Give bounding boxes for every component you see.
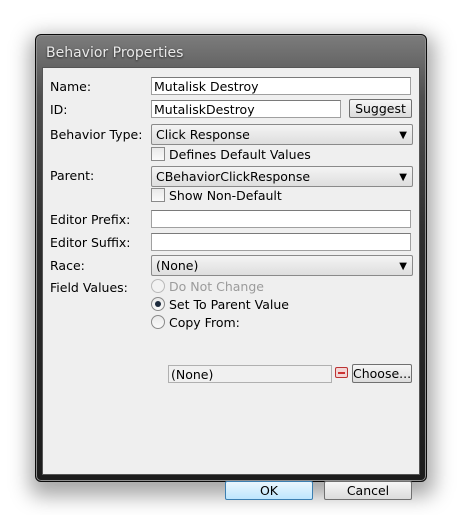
race-value: (None): [156, 258, 199, 273]
radio-set-to-parent[interactable]: [151, 297, 165, 311]
radio-do-not-change-label: Do Not Change: [169, 279, 264, 294]
dropdown-arrow-icon: ▼: [399, 130, 407, 141]
name-field[interactable]: Mutalisk Destroy: [151, 77, 411, 95]
defines-default-checkbox[interactable]: [151, 147, 165, 161]
editor-prefix-field[interactable]: [151, 210, 411, 228]
name-label: Name:: [50, 79, 92, 94]
behavior-type-dropdown[interactable]: Click Response ▼: [151, 124, 413, 145]
dropdown-arrow-icon: ▼: [399, 172, 407, 183]
radio-do-not-change[interactable]: [151, 279, 165, 293]
dropdown-arrow-icon: ▼: [399, 261, 407, 272]
copy-from-field[interactable]: (None): [168, 365, 332, 383]
show-non-default-checkbox[interactable]: [151, 188, 165, 202]
defines-default-label: Defines Default Values: [169, 147, 311, 162]
radio-set-to-parent-label: Set To Parent Value: [169, 297, 289, 312]
parent-label: Parent:: [50, 168, 95, 183]
behavior-type-label: Behavior Type:: [50, 127, 143, 142]
behavior-properties-dialog: Behavior Properties Name: Mutalisk Destr…: [35, 34, 427, 500]
parent-dropdown[interactable]: CBehaviorClickResponse ▼: [151, 166, 413, 187]
clear-icon[interactable]: [335, 367, 348, 378]
race-label: Race:: [50, 258, 85, 273]
dialog-client-area: Name: Mutalisk Destroy ID: MutaliskDestr…: [42, 67, 420, 500]
parent-value: CBehaviorClickResponse: [156, 169, 311, 184]
choose-button[interactable]: Choose...: [352, 364, 412, 383]
suggest-button[interactable]: Suggest: [349, 99, 412, 118]
editor-suffix-label: Editor Suffix:: [50, 235, 131, 250]
editor-suffix-field[interactable]: [151, 233, 411, 251]
cancel-button[interactable]: Cancel: [324, 481, 412, 500]
ok-button[interactable]: OK: [225, 481, 313, 500]
radio-copy-from[interactable]: [151, 315, 165, 329]
dialog-title: Behavior Properties: [46, 45, 184, 61]
editor-prefix-label: Editor Prefix:: [50, 212, 131, 227]
show-non-default-label: Show Non-Default: [169, 188, 282, 203]
radio-copy-from-label: Copy From:: [169, 315, 240, 330]
id-field[interactable]: MutaliskDestroy: [151, 100, 341, 118]
field-values-label: Field Values:: [50, 280, 128, 295]
behavior-type-value: Click Response: [156, 127, 250, 142]
race-dropdown[interactable]: (None) ▼: [151, 255, 413, 276]
id-label: ID:: [50, 102, 68, 117]
